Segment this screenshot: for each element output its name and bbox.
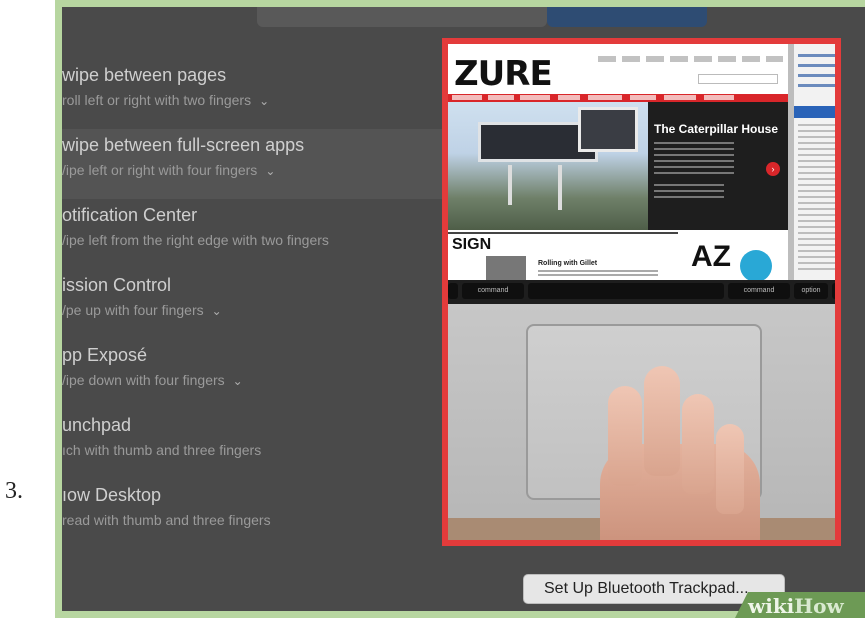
chevron-down-icon[interactable]: ⌄	[212, 304, 222, 318]
gesture-row[interactable]: ission Control/pe up with four fingers ⌄	[62, 269, 452, 339]
next-arrow-icon: ›	[766, 162, 780, 176]
chevron-down-icon[interactable]: ⌄	[233, 374, 243, 388]
key	[448, 283, 458, 299]
gesture-title: wipe between full-screen apps	[62, 135, 305, 155]
gesture-title: unchpad	[62, 415, 132, 435]
gesture-option[interactable]: ıch with thumb and three fingers	[62, 436, 452, 458]
gesture-preview-highlight: ZURE The Caterpillar House › SIGN Rollin…	[442, 38, 841, 546]
finger	[608, 386, 642, 486]
section-rule	[448, 232, 678, 234]
gesture-option[interactable]: roll left or right with two fingers ⌄	[62, 86, 452, 108]
article-photo	[448, 102, 648, 230]
finger	[682, 394, 714, 494]
gesture-title: ıow Desktop	[62, 485, 162, 505]
list-line	[798, 64, 835, 67]
gesture-option-label: /ipe left or right with four fingers	[62, 162, 258, 178]
laptop-base	[448, 304, 835, 540]
gesture-option-label: /pe up with four fingers	[62, 302, 204, 318]
key	[832, 283, 835, 299]
section-heading: SIGN	[452, 236, 492, 253]
key-command-left: command	[462, 283, 524, 299]
key-space	[528, 283, 724, 299]
gesture-row[interactable]: wipe between full-screen apps/ipe left o…	[62, 129, 482, 199]
chevron-down-icon[interactable]: ⌄	[259, 94, 269, 108]
article-title: The Caterpillar House	[654, 122, 779, 136]
step-number: 3.	[5, 478, 23, 504]
article-feature: The Caterpillar House ›	[648, 102, 788, 230]
gesture-row[interactable]: wipe between pages roll left or right wit…	[62, 59, 452, 129]
selected-tab[interactable]	[547, 7, 707, 27]
awards-badge	[740, 250, 772, 280]
gesture-option[interactable]: /ipe left or right with four fingers ⌄	[62, 156, 452, 178]
gesture-row[interactable]: ıow Desktop read with thumb and three fin…	[62, 479, 452, 549]
gesture-option[interactable]: /pe up with four fingers ⌄	[62, 296, 452, 318]
finger	[716, 424, 744, 514]
chevron-down-icon[interactable]: ⌄	[265, 164, 275, 178]
gesture-title: ission Control	[62, 275, 172, 295]
selected-list-item	[794, 106, 835, 118]
adjacent-app-column	[794, 44, 835, 280]
list-text	[798, 124, 835, 274]
building-post	[558, 165, 562, 210]
gesture-title: otification Center	[62, 205, 198, 225]
keyboard-row: command command option	[448, 280, 835, 304]
building-post	[508, 165, 512, 205]
gesture-option-label: read with thumb and three fingers	[62, 512, 271, 528]
list-line	[798, 54, 835, 57]
wikihow-watermark: wikiHow	[748, 594, 844, 618]
site-top-links	[598, 56, 783, 62]
article-thumbnail	[486, 256, 526, 280]
awards-logo: AZ	[691, 240, 731, 273]
gesture-list: wipe between pages roll left or right wit…	[62, 59, 482, 549]
gesture-title: wipe between pages	[62, 65, 227, 85]
list-line	[798, 84, 835, 87]
step-frame: 3. wipe between pages roll left or right …	[0, 0, 865, 618]
site-nav-bar	[448, 94, 788, 102]
preview-screen: ZURE The Caterpillar House › SIGN Rollin…	[448, 44, 788, 280]
list-line	[798, 74, 835, 77]
gesture-option-label: /ipe down with four fingers	[62, 372, 225, 388]
article-text	[654, 142, 734, 176]
site-logo: ZURE	[454, 54, 553, 94]
gesture-option[interactable]: read with thumb and three fingers	[62, 506, 452, 528]
side-article-text	[538, 270, 658, 278]
key-option: option	[794, 283, 828, 299]
gesture-option-label: roll left or right with two fingers	[62, 92, 252, 108]
building-shape	[578, 107, 638, 152]
gesture-option-label: ıch with thumb and three fingers	[62, 442, 262, 458]
segment-control[interactable]	[257, 7, 547, 27]
gesture-row[interactable]: otification Center/ipe left from the rig…	[62, 199, 452, 269]
gesture-title: pp Exposé	[62, 345, 148, 365]
gesture-row[interactable]: pp Exposé/ipe down with four fingers ⌄	[62, 339, 452, 409]
side-article-title: Rolling with Gillet	[538, 260, 598, 267]
key-command-right: command	[728, 283, 790, 299]
gesture-option[interactable]: /ipe left from the right edge with two f…	[62, 226, 452, 248]
finger	[644, 366, 680, 476]
gesture-option-label: /ipe left from the right edge with two f…	[62, 232, 329, 248]
site-search-box	[698, 74, 778, 84]
gesture-row[interactable]: unchpad ıch with thumb and three fingers	[62, 409, 452, 479]
article-text	[654, 184, 724, 202]
gesture-option[interactable]: /ipe down with four fingers ⌄	[62, 366, 452, 388]
